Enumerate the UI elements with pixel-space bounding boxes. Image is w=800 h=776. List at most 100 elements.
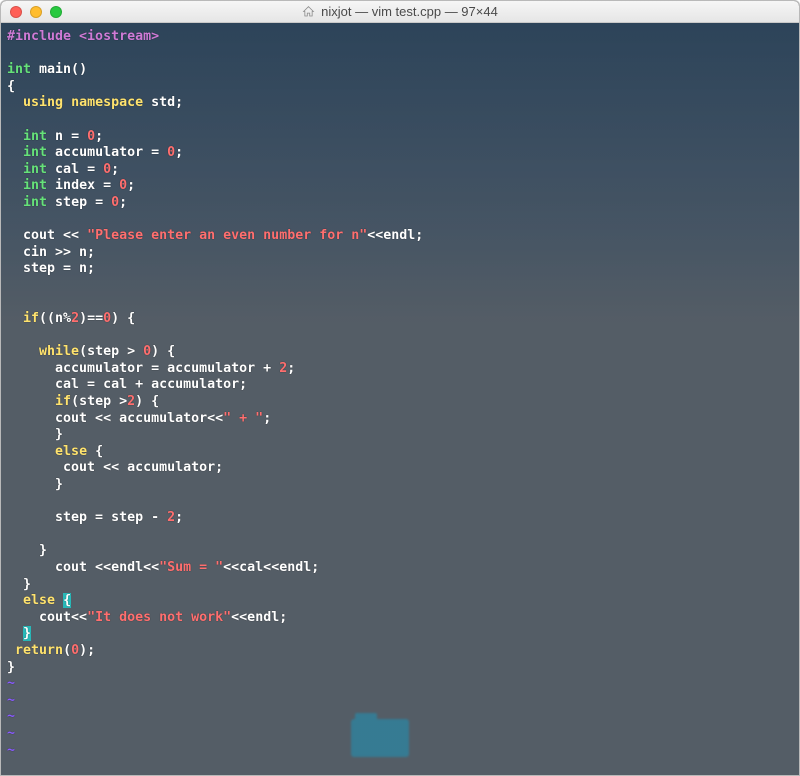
code-token: } — [23, 626, 31, 641]
code-token: cal = cal + accumulator; — [7, 377, 247, 392]
code-token: 0 — [143, 344, 151, 359]
code-token: cout << accumulator<< — [7, 411, 223, 426]
code-token: ) { — [135, 394, 159, 409]
window-title-text: nixjot — vim test.cpp — 97×44 — [321, 4, 498, 19]
code-token: ) { — [151, 344, 175, 359]
code-token — [7, 444, 55, 459]
code-token: n = — [47, 129, 87, 144]
code-token — [7, 195, 23, 210]
code-token: "Sum = " — [159, 560, 223, 575]
code-token: )== — [79, 311, 103, 326]
code-token: step = n; — [7, 261, 95, 276]
code-token — [7, 162, 23, 177]
code-token: 0 — [167, 145, 175, 160]
code-token: 0 — [119, 178, 127, 193]
code-token — [55, 593, 63, 608]
code-token: index = — [47, 178, 119, 193]
close-icon[interactable] — [10, 6, 22, 18]
code-token: int — [23, 178, 47, 193]
window-titlebar[interactable]: nixjot — vim test.cpp — 97×44 — [1, 1, 799, 23]
code-token: main() — [31, 62, 87, 77]
code-token: 0 — [87, 129, 95, 144]
code-token: 0 — [111, 195, 119, 210]
code-token: ( — [63, 643, 71, 658]
code-token: int — [23, 195, 47, 210]
home-icon — [302, 5, 315, 18]
code-token: } — [7, 477, 63, 492]
code-token: (step > — [79, 344, 143, 359]
code-token: int — [7, 62, 31, 77]
code-token: if — [55, 394, 71, 409]
code-token: (step > — [71, 394, 127, 409]
code-token: int — [23, 145, 47, 160]
code-token: #include <iostream> — [7, 29, 159, 44]
code-token: 0 — [103, 162, 111, 177]
code-token: step = step - — [7, 510, 167, 525]
code-token — [7, 394, 55, 409]
code-token: ~ — [7, 676, 15, 691]
window-controls — [1, 6, 62, 18]
code-token — [7, 344, 39, 359]
code-token — [63, 95, 71, 110]
code-token: } — [7, 577, 31, 592]
code-token — [7, 178, 23, 193]
code-token: step = — [47, 195, 111, 210]
code-token: 2 — [71, 311, 79, 326]
code-token: using — [23, 95, 63, 110]
code-token: 0 — [103, 311, 111, 326]
code-token: ; — [287, 361, 295, 376]
code-token: if — [23, 311, 39, 326]
code-token: " + " — [223, 411, 263, 426]
code-token — [7, 95, 23, 110]
code-token: { — [87, 444, 103, 459]
code-token: cout << accumulator; — [7, 460, 223, 475]
code-token — [7, 593, 23, 608]
code-token: cin >> n; — [7, 245, 95, 260]
code-token: ; — [175, 510, 183, 525]
code-token: 2 — [127, 394, 135, 409]
minimize-icon[interactable] — [30, 6, 42, 18]
code-token: cout<< — [7, 610, 87, 625]
code-token: ; — [263, 411, 271, 426]
code-token — [7, 129, 23, 144]
editor-buffer[interactable]: #include <iostream> int main() { using n… — [7, 29, 793, 759]
code-token: cout <<endl<< — [7, 560, 159, 575]
code-token: 2 — [167, 510, 175, 525]
code-token: ); — [79, 643, 95, 658]
code-token: <<endl; — [231, 610, 287, 625]
code-token: 0 — [71, 643, 79, 658]
code-token: ; — [95, 129, 103, 144]
code-token: { — [63, 593, 71, 608]
code-token — [7, 643, 15, 658]
window-title: nixjot — vim test.cpp — 97×44 — [1, 1, 799, 22]
code-token: ) { — [111, 311, 135, 326]
code-token: "It does not work" — [87, 610, 231, 625]
code-token: else — [55, 444, 87, 459]
code-token: } — [7, 543, 47, 558]
code-token: "Please enter an even number for n" — [87, 228, 367, 243]
code-token: ; — [111, 162, 119, 177]
code-token: ((n% — [39, 311, 71, 326]
code-token: int — [23, 129, 47, 144]
code-token: ; — [119, 195, 127, 210]
code-token — [7, 626, 23, 641]
code-token: ~ — [7, 726, 15, 741]
code-token: } — [7, 427, 63, 442]
zoom-icon[interactable] — [50, 6, 62, 18]
code-token: ; — [175, 145, 183, 160]
code-token: cout << — [7, 228, 87, 243]
code-token — [7, 145, 23, 160]
code-token: namespace — [71, 95, 143, 110]
code-token — [7, 311, 23, 326]
code-token: while — [39, 344, 79, 359]
code-token: return — [15, 643, 63, 658]
code-token: int — [23, 162, 47, 177]
code-token: { — [7, 79, 15, 94]
code-token: 2 — [279, 361, 287, 376]
code-token: accumulator = accumulator + — [7, 361, 279, 376]
code-token: ~ — [7, 709, 15, 724]
code-token: else — [23, 593, 55, 608]
code-token: } — [7, 660, 15, 675]
terminal-viewport[interactable]: #include <iostream> int main() { using n… — [1, 23, 799, 775]
code-token: ~ — [7, 693, 15, 708]
